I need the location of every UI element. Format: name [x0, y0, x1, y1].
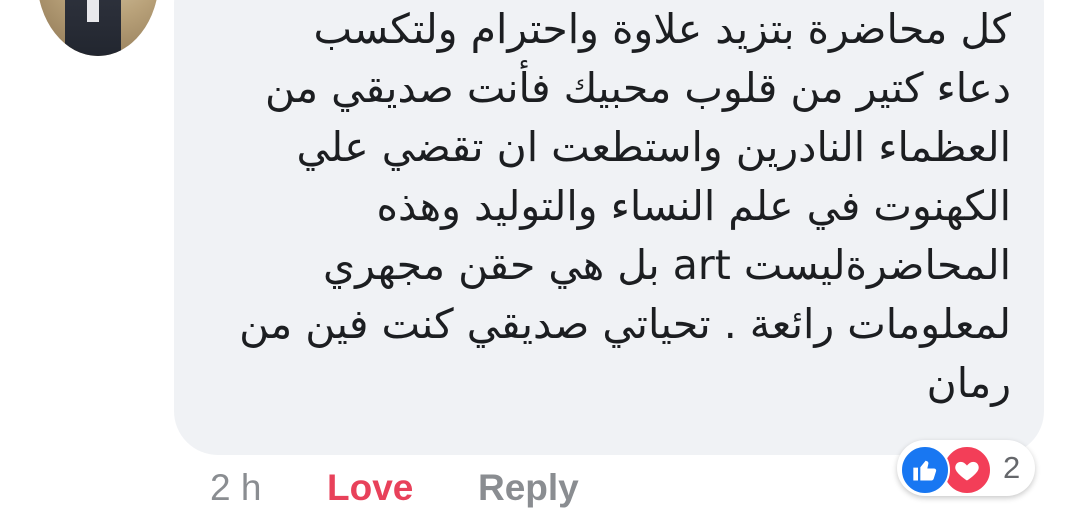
comment-view: كل محاضرة بتزيد علاوة واحترام ولتكسب دعا…	[0, 0, 1080, 531]
comment-line: دعاء كتير من قلوب محبيك فأنت صديقي من	[264, 64, 1011, 112]
like-icon	[900, 445, 950, 495]
comment-line: العظماء النادرين واستطعت ان تقضي علي	[296, 123, 1011, 171]
love-button[interactable]: Love	[327, 460, 413, 516]
comment-timestamp[interactable]: 2 h	[210, 460, 261, 516]
comment-line: لمعلومات رائعة . تحياتي صديقي كنت فين من	[239, 300, 1011, 348]
comment-line: المحاضرةليست art بل هي حقن مجهري	[323, 241, 1011, 289]
comment-line: رمان	[926, 359, 1011, 407]
comment-line: كل محاضرة بتزيد علاوة واحترام ولتكسب	[313, 5, 1011, 53]
comment-text: كل محاضرة بتزيد علاوة واحترام ولتكسب دعا…	[215, 0, 1011, 413]
comment-line: الكهنوت في علم النساء والتوليد وهذه	[376, 182, 1011, 230]
reactions-summary[interactable]: 2	[897, 440, 1035, 496]
avatar[interactable]	[37, 0, 159, 56]
avatar-shirt	[87, 0, 99, 22]
reaction-count: 2	[1003, 450, 1021, 485]
reply-button[interactable]: Reply	[478, 460, 579, 516]
